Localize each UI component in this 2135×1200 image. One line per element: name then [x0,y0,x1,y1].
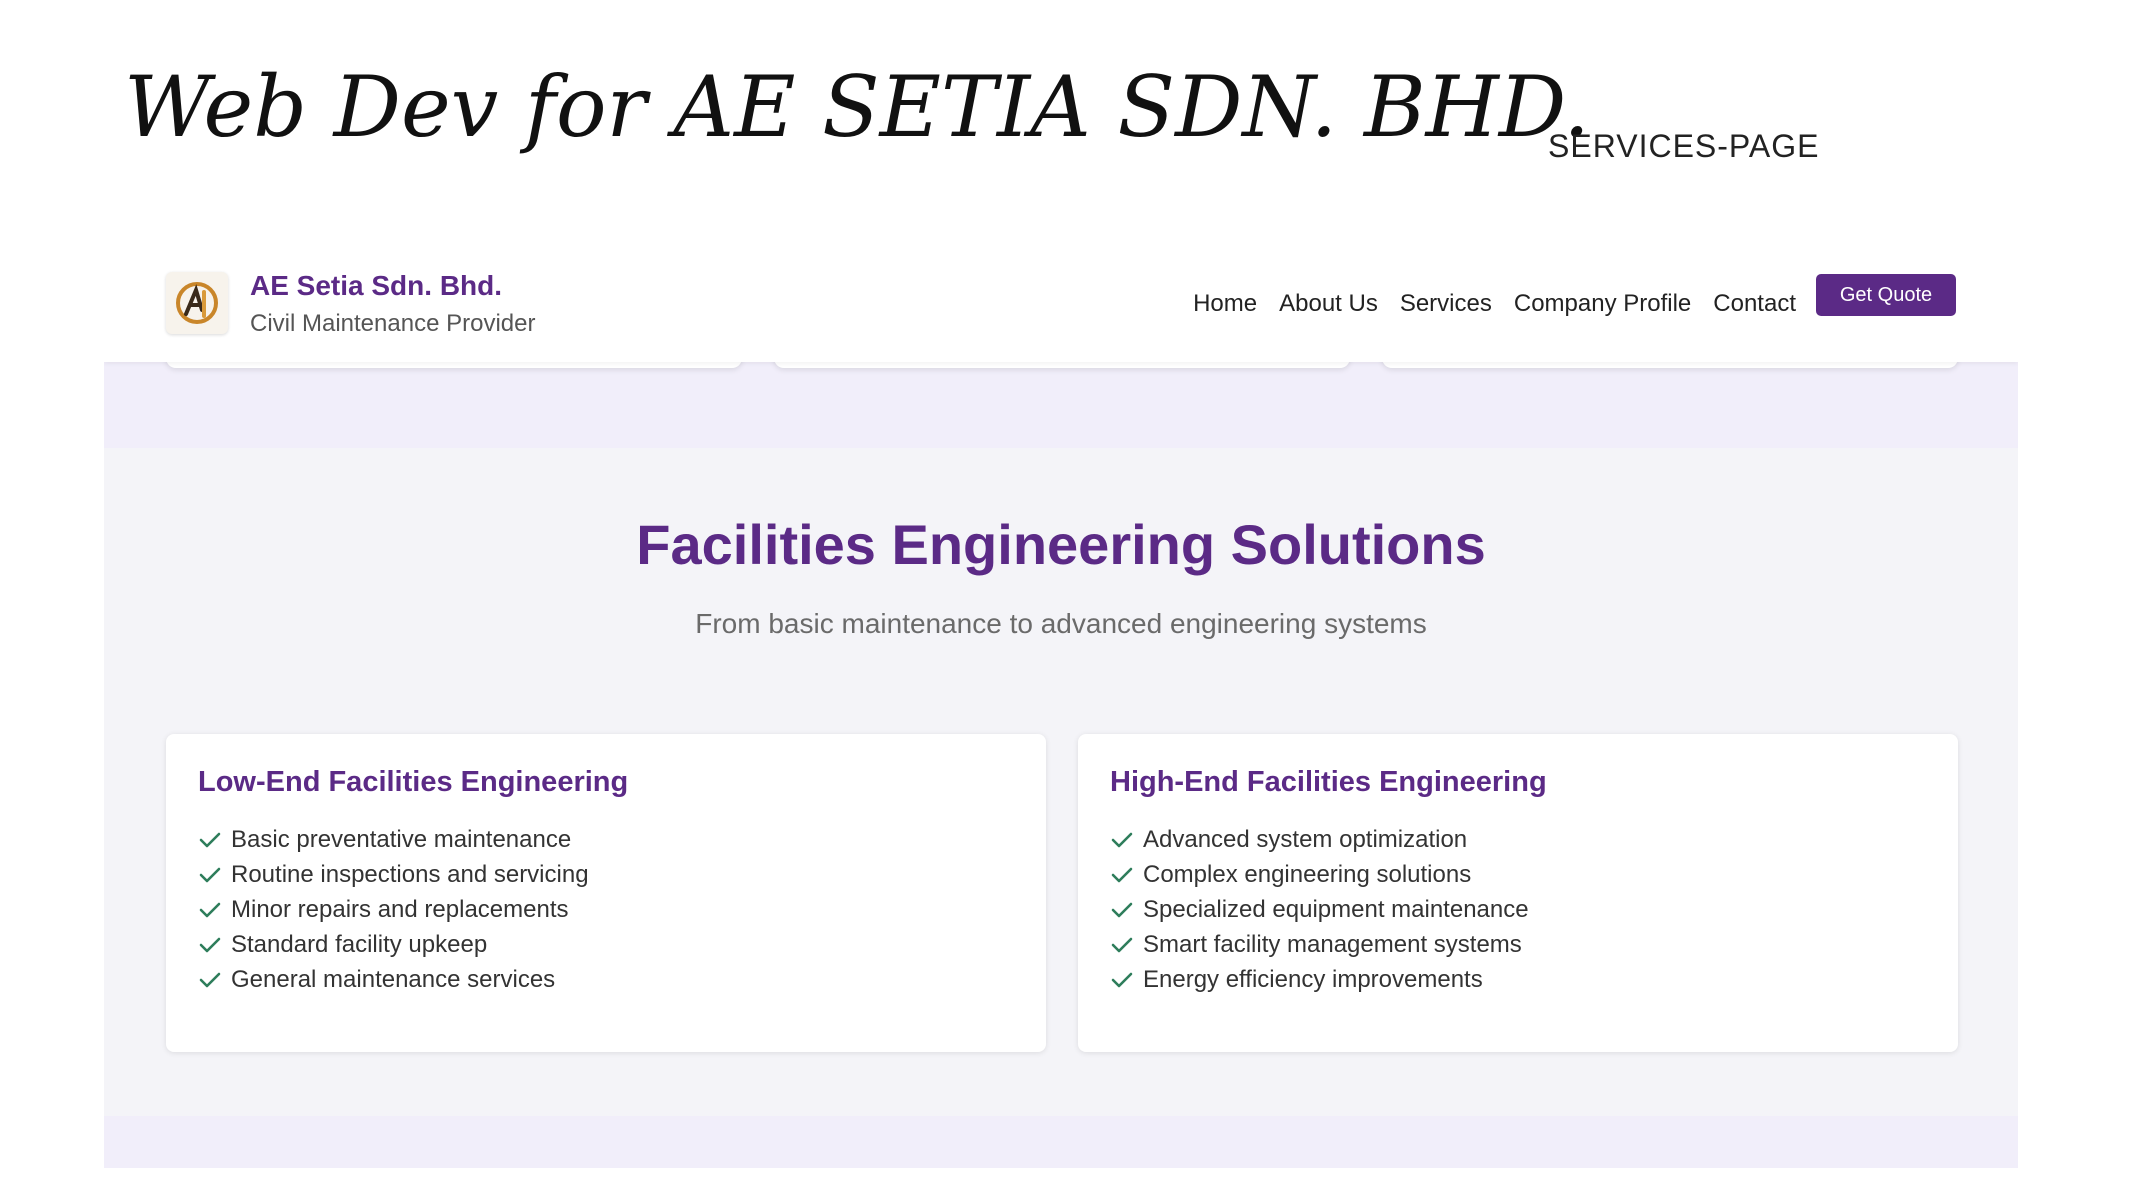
nav-services[interactable]: Services [1400,290,1492,318]
list-item: Specialized equipment maintenance [1110,892,1529,927]
list-item-label: Complex engineering solutions [1143,860,1472,888]
list-item-label: Smart facility management systems [1143,930,1522,958]
ae-logo-icon[interactable] [166,272,228,334]
list-item-label: Minor repairs and replacements [231,895,569,923]
slide-tag: SERVICES-PAGE [1548,128,1820,164]
list-item-label: Routine inspections and servicing [231,860,589,888]
nav-contact[interactable]: Contact [1713,290,1796,318]
feature-list: Advanced system optimization Complex eng… [1110,822,1529,997]
check-icon [199,867,221,882]
section-subtitle: From basic maintenance to advanced engin… [695,608,1427,639]
slide-title: Web Dev for AE SETIA SDN. BHD. [124,58,1590,156]
list-item-label: Advanced system optimization [1143,825,1468,853]
nav-company-profile[interactable]: Company Profile [1514,290,1691,318]
card-title: Low-End Facilities Engineering [198,766,629,798]
check-icon [1111,972,1133,987]
check-icon [1111,867,1133,882]
list-item-label: Standard facility upkeep [231,930,488,958]
ae-logo-icon [176,282,218,324]
nav-about-us[interactable]: About Us [1279,290,1378,318]
section-title: Facilities Engineering Solutions [636,513,1486,576]
list-item: Routine inspections and servicing [198,857,589,892]
list-item-label: Basic preventative maintenance [231,825,572,853]
brand-tagline: Civil Maintenance Provider [250,310,536,337]
get-quote-button[interactable]: Get Quote [1816,274,1956,316]
list-item: Basic preventative maintenance [198,822,589,857]
list-item-label: Specialized equipment maintenance [1143,895,1529,923]
check-icon [1111,902,1133,917]
website-screenshot: AE Setia Sdn. Bhd. Civil Maintenance Pro… [104,258,2018,1168]
list-item: Complex engineering solutions [1110,857,1529,892]
check-icon [199,832,221,847]
list-item: Minor repairs and replacements [198,892,589,927]
list-item: Advanced system optimization [1110,822,1529,857]
next-section-band [104,1116,2018,1168]
list-item: Standard facility upkeep [198,927,589,962]
service-card-low-end: Low-End Facilities Engineering Basic pre… [166,734,1046,1052]
nav-home[interactable]: Home [1193,290,1257,318]
check-icon [199,902,221,917]
check-icon [1111,832,1133,847]
list-item: General maintenance services [198,962,589,997]
check-icon [199,937,221,952]
list-item: Energy efficiency improvements [1110,962,1529,997]
service-card-high-end: High-End Facilities Engineering Advanced… [1078,734,1958,1052]
list-item-label: Energy efficiency improvements [1143,965,1483,993]
site-navbar: AE Setia Sdn. Bhd. Civil Maintenance Pro… [104,258,2018,362]
list-item-label: General maintenance services [231,965,556,993]
main-nav: Home About Us Services Company Profile C… [1193,290,1796,318]
check-icon [199,972,221,987]
check-icon [1111,937,1133,952]
list-item: Smart facility management systems [1110,927,1529,962]
brand-name[interactable]: AE Setia Sdn. Bhd. [250,270,502,302]
feature-list: Basic preventative maintenance Routine i… [198,822,589,997]
card-title: High-End Facilities Engineering [1110,766,1547,798]
